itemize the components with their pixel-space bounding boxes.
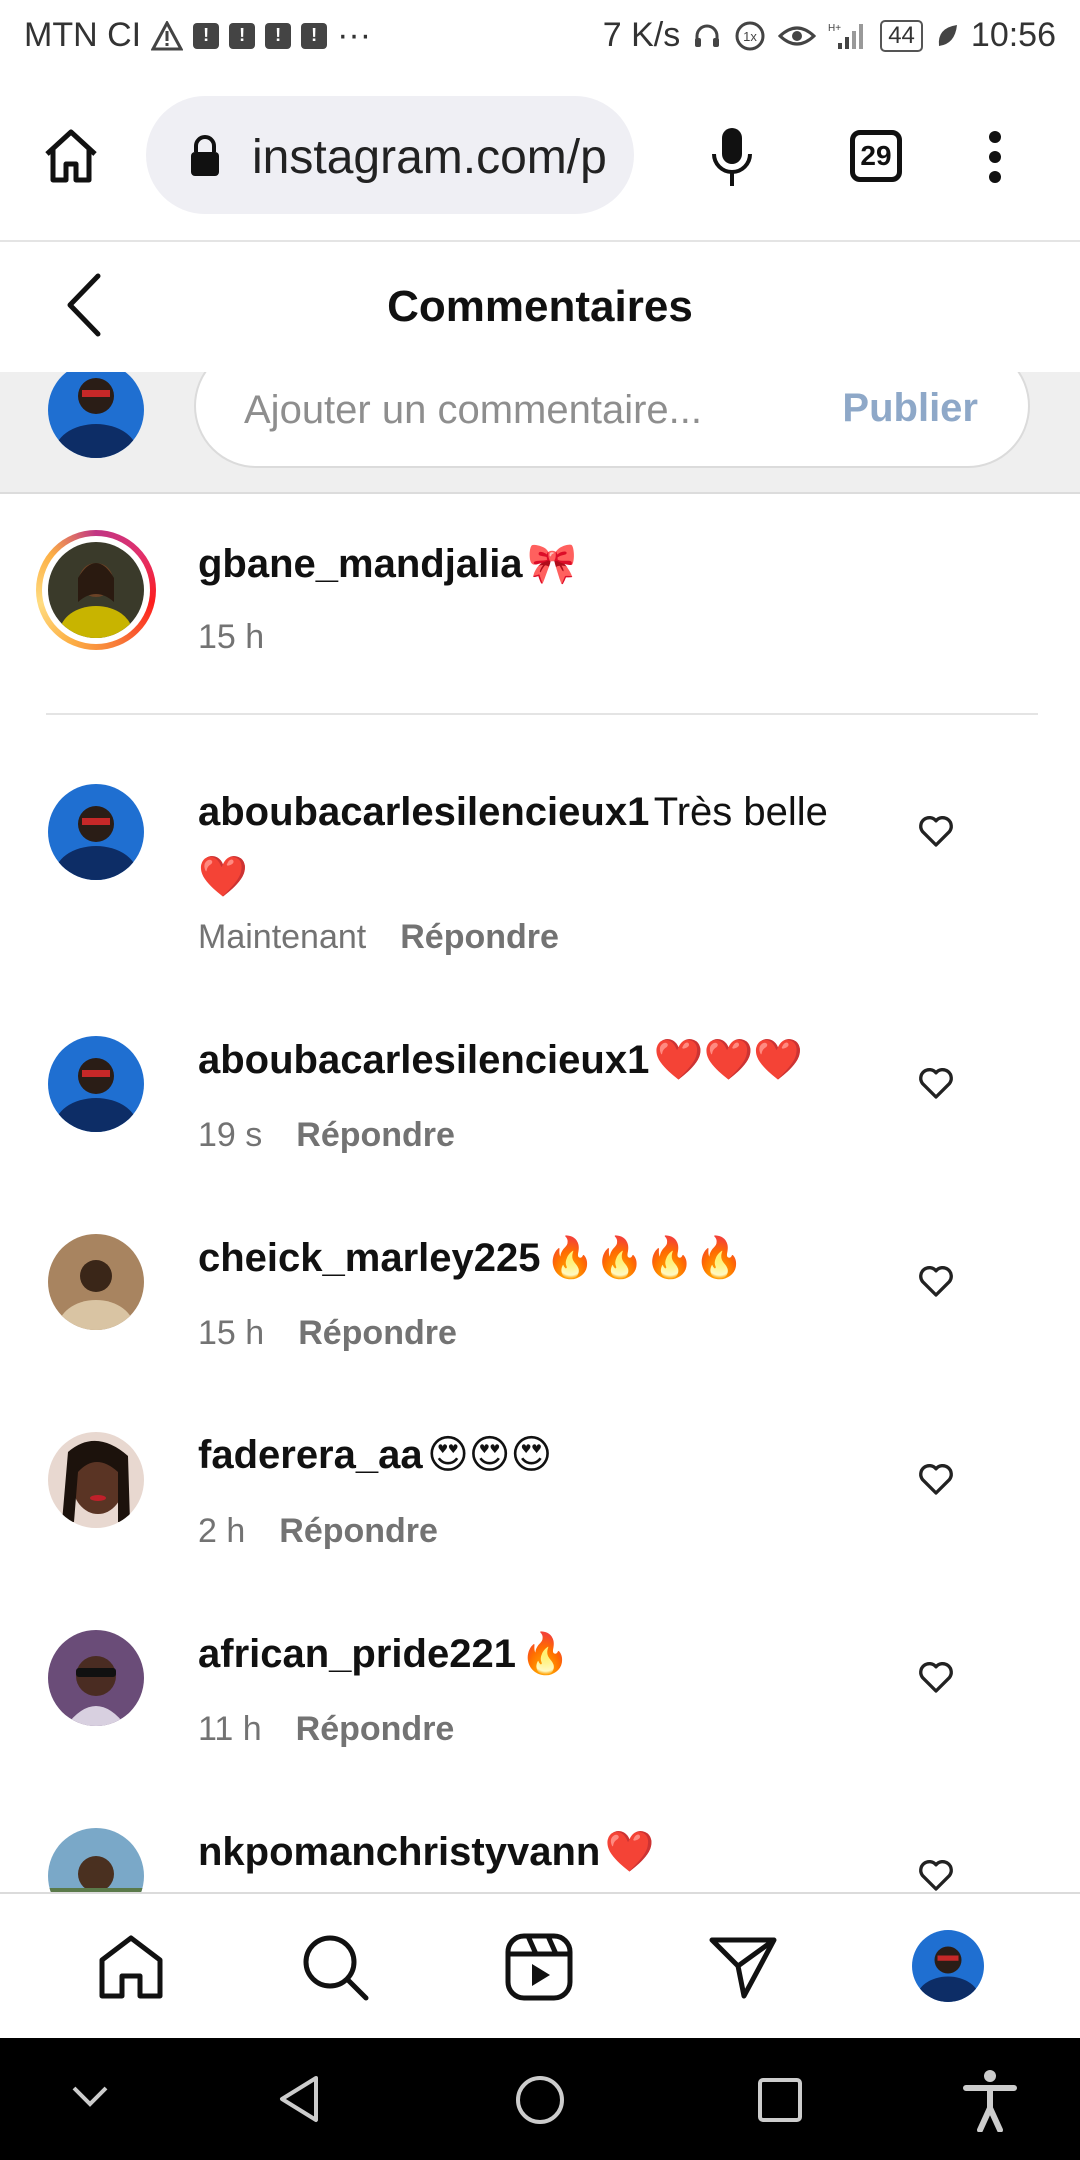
comment-time: 2 h — [198, 1512, 246, 1550]
comment-body: 🔥 — [520, 1632, 571, 1676]
divider — [46, 713, 1038, 715]
comment-text: cheick_marley225 🔥🔥🔥🔥 — [198, 1234, 744, 1281]
comment-username[interactable]: african_pride221 — [198, 1632, 516, 1676]
caption-text: gbane_mandjalia 🎀 — [198, 540, 577, 587]
notification-icon: ! — [193, 22, 220, 49]
heart-icon[interactable] — [916, 810, 956, 850]
recents-icon[interactable] — [756, 2076, 804, 2124]
clock: 10:56 — [970, 16, 1056, 54]
system-navigation-bar — [0, 2038, 1080, 2160]
comments-header: Commentaires — [0, 242, 1080, 372]
comment-text: aboubacarlesilencieux1 Très belle ❤️ — [198, 784, 848, 914]
comment-username[interactable]: aboubacarlesilencieux1 — [198, 1038, 649, 1082]
home-circle-icon[interactable] — [514, 2074, 566, 2126]
svg-text:H+: H+ — [828, 23, 841, 34]
reply-button[interactable]: Répondre — [400, 918, 559, 956]
comment-body: ❤️❤️❤️ — [653, 1038, 804, 1082]
publish-button[interactable]: Publier — [842, 386, 978, 431]
address-bar[interactable]: instagram.com/p — [146, 96, 634, 214]
reply-button[interactable]: Répondre — [279, 1512, 438, 1550]
comment-time: Maintenant — [198, 918, 367, 956]
network-speed: 7 K/s — [602, 16, 681, 54]
comment-time: 11 h — [198, 1710, 262, 1748]
avatar[interactable] — [48, 1630, 144, 1726]
data-saver-icon: 1x — [735, 21, 765, 50]
status-bar: MTN CI ! ! ! ! ··· 7 K/s 1x H+ 44 10:56 — [0, 0, 1080, 72]
comment-body: ❤️ — [604, 1830, 655, 1874]
avatar[interactable] — [48, 1234, 144, 1330]
heart-icon[interactable] — [916, 1458, 956, 1498]
profile-avatar[interactable] — [912, 1930, 984, 2002]
home-icon[interactable] — [96, 1934, 166, 2000]
lock-icon — [191, 135, 219, 176]
comment-text: aboubacarlesilencieux1 ❤️❤️❤️ — [198, 1036, 803, 1083]
comment-meta: 11 h Répondre — [198, 1710, 454, 1749]
headphones-icon — [695, 24, 720, 47]
heart-icon[interactable] — [916, 1854, 956, 1894]
heart-icon[interactable] — [916, 1062, 956, 1102]
send-icon[interactable] — [708, 1932, 778, 2002]
notification-icon: ! — [301, 22, 328, 49]
comment-body: 😍😍😍 — [427, 1433, 553, 1477]
page-title: Commentaires — [387, 282, 693, 331]
accessibility-icon[interactable] — [962, 2068, 1018, 2132]
notification-icon: ! — [265, 22, 292, 49]
back-triangle-icon[interactable] — [276, 2074, 322, 2124]
svg-text:1x: 1x — [743, 29, 757, 44]
comment-username[interactable]: faderera_aa — [198, 1433, 423, 1477]
avatar[interactable] — [48, 1432, 144, 1528]
comment-body: 🔥🔥🔥🔥 — [544, 1236, 745, 1280]
mic-icon[interactable] — [710, 126, 754, 188]
add-comment-bar: Ajouter un commentaire... Publier — [0, 372, 1080, 494]
carrier-label: MTN CI — [24, 16, 142, 54]
comment-input[interactable]: Ajouter un commentaire... Publier — [194, 372, 1030, 468]
url-text: instagram.com/p — [252, 131, 607, 184]
avatar[interactable] — [48, 784, 144, 880]
reply-button[interactable]: Répondre — [298, 1314, 457, 1352]
comment-meta: 15 h Répondre — [198, 1314, 457, 1353]
reels-icon[interactable] — [504, 1932, 574, 2002]
heart-icon[interactable] — [916, 1656, 956, 1696]
avatar — [48, 542, 144, 638]
avatar — [48, 372, 144, 458]
reply-button[interactable]: Répondre — [296, 1710, 455, 1748]
eye-icon — [778, 26, 817, 45]
comment-meta: Maintenant Répondre — [198, 918, 559, 957]
comment-username[interactable]: aboubacarlesilencieux1 — [198, 790, 649, 834]
caption-username[interactable]: gbane_mandjalia — [198, 542, 523, 586]
comment-text: nkpomanchristyvann ❤️ — [198, 1828, 655, 1875]
caption-body: 🎀 — [527, 542, 577, 586]
heart-icon[interactable] — [916, 1260, 956, 1300]
comment-username[interactable]: nkpomanchristyvann — [198, 1830, 600, 1874]
comment-username[interactable]: cheick_marley225 — [198, 1236, 541, 1280]
battery-level: 44 — [880, 19, 923, 52]
comment-text: african_pride221 🔥 — [198, 1630, 570, 1677]
chevron-down-icon[interactable] — [70, 2084, 110, 2108]
story-avatar-ring[interactable] — [36, 530, 156, 650]
comment-meta: 2 h Répondre — [198, 1512, 438, 1551]
comment-time: 19 s — [198, 1116, 263, 1154]
leaf-icon — [938, 24, 957, 46]
more-notifications-icon: ··· — [337, 16, 372, 54]
notification-icon: ! — [229, 22, 256, 49]
tab-switcher-button[interactable]: 29 — [850, 130, 902, 182]
home-icon[interactable] — [42, 128, 100, 184]
comment-time: 15 h — [198, 1314, 265, 1352]
warning-icon — [151, 20, 184, 50]
reply-button[interactable]: Répondre — [296, 1116, 455, 1154]
bottom-navigation — [0, 1892, 1080, 2040]
status-left: MTN CI ! ! ! ! ··· — [24, 16, 371, 55]
signal-icon: H+ — [828, 23, 864, 49]
more-icon[interactable] — [988, 130, 1002, 184]
comment-meta: 19 s Répondre — [198, 1116, 455, 1155]
avatar[interactable] — [48, 1036, 144, 1132]
search-icon[interactable] — [300, 1932, 370, 2002]
caption-time: 15 h — [198, 618, 265, 656]
comment-text: faderera_aa 😍😍😍 — [198, 1432, 552, 1478]
status-right: 7 K/s 1x H+ 44 10:56 — [603, 16, 1056, 55]
comment-placeholder: Ajouter un commentaire... — [244, 388, 702, 432]
